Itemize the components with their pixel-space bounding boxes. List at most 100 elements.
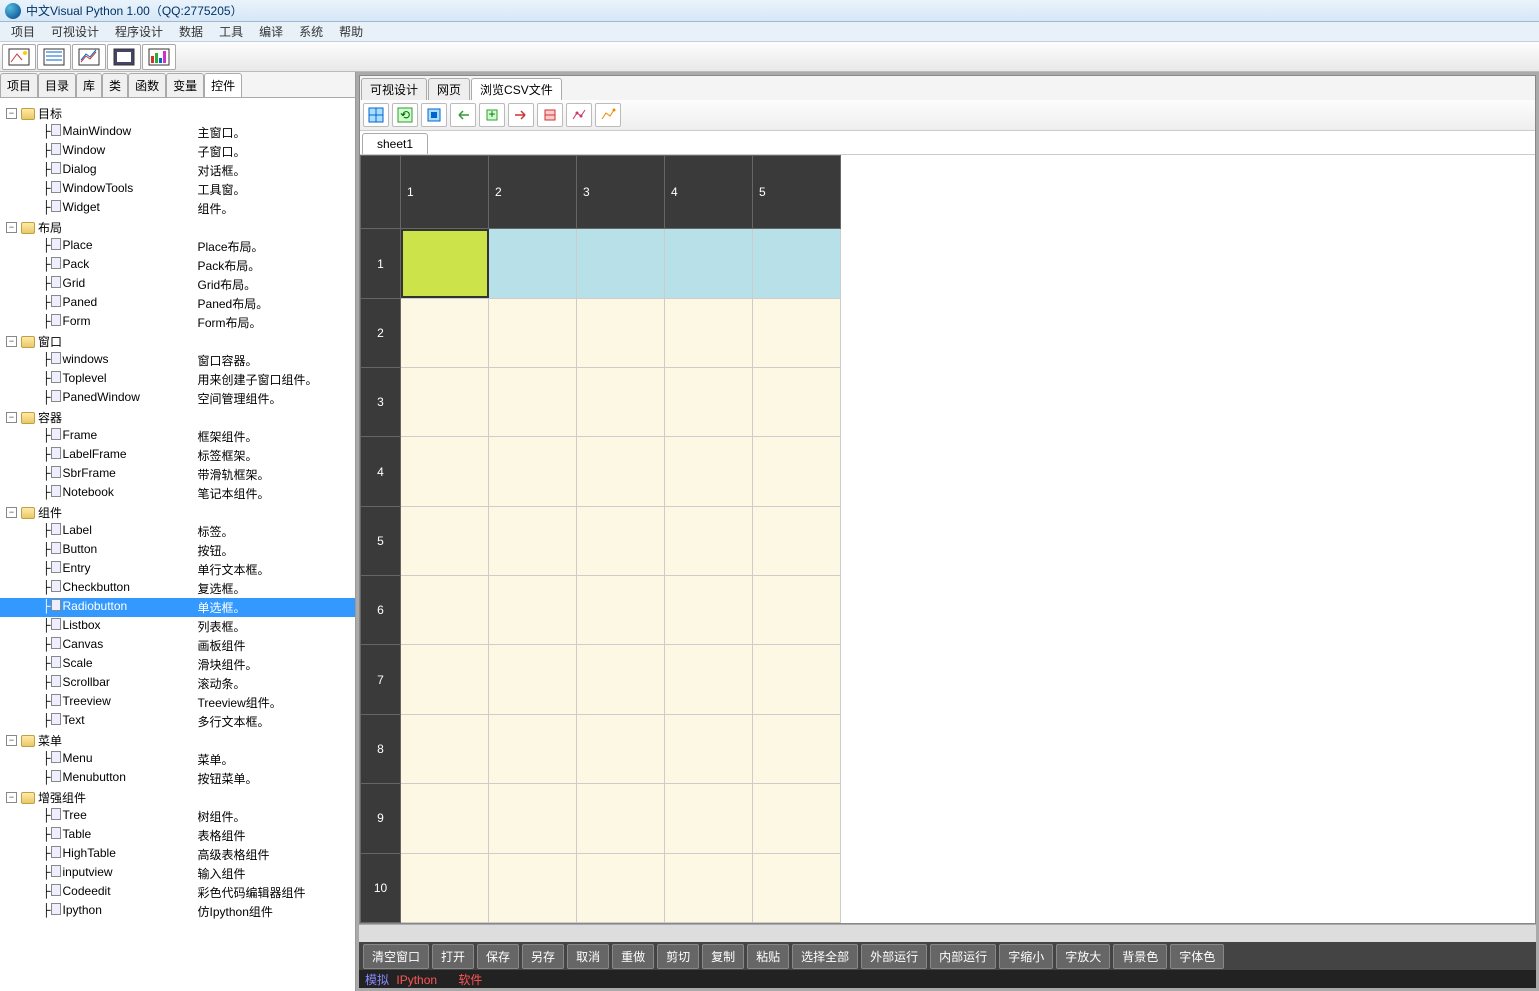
bottom-btn-背景色[interactable]: 背景色 [1113, 944, 1167, 969]
tree-item-Menubutton[interactable]: ├Menubutton按钮菜单。 [0, 769, 355, 788]
tree-item-Window[interactable]: ├Window子窗口。 [0, 142, 355, 161]
cell-9-2[interactable] [489, 784, 577, 853]
cell-9-1[interactable] [401, 784, 489, 853]
bottom-btn-字放大[interactable]: 字放大 [1056, 944, 1110, 969]
tree-item-Form[interactable]: ├FormForm布局。 [0, 313, 355, 332]
cell-1-5[interactable] [753, 229, 841, 298]
cell-7-3[interactable] [577, 645, 665, 714]
cell-6-1[interactable] [401, 576, 489, 645]
tree-item-Button[interactable]: ├Button按钮。 [0, 541, 355, 560]
row-header-7[interactable]: 7 [361, 645, 401, 714]
cell-7-4[interactable] [665, 645, 753, 714]
tree-item-Scale[interactable]: ├Scale滑块组件。 [0, 655, 355, 674]
tree-item-Codeedit[interactable]: ├Codeedit彩色代码编辑器组件 [0, 883, 355, 902]
tree-item-Paned[interactable]: ├PanedPaned布局。 [0, 294, 355, 313]
bottom-btn-取消[interactable]: 取消 [567, 944, 609, 969]
bottom-btn-打开[interactable]: 打开 [432, 944, 474, 969]
left-tab-类[interactable]: 类 [102, 73, 128, 97]
cell-1-2[interactable] [489, 229, 577, 298]
collapse-icon[interactable]: − [6, 108, 17, 119]
right-tab-可视设计[interactable]: 可视设计 [361, 78, 427, 100]
cell-1-4[interactable] [665, 229, 753, 298]
right-tab-浏览CSV文件[interactable]: 浏览CSV文件 [471, 78, 562, 100]
cell-9-3[interactable] [577, 784, 665, 853]
tree-item-Place[interactable]: ├PlacePlace布局。 [0, 237, 355, 256]
cell-6-3[interactable] [577, 576, 665, 645]
toolbar-btn-5[interactable] [142, 44, 176, 70]
tree-item-Widget[interactable]: ├Widget组件。 [0, 199, 355, 218]
tree-item-HighTable[interactable]: ├HighTable高级表格组件 [0, 845, 355, 864]
cell-6-2[interactable] [489, 576, 577, 645]
cell-3-4[interactable] [665, 368, 753, 437]
csv-tool-3[interactable] [421, 103, 447, 127]
cell-7-1[interactable] [401, 645, 489, 714]
row-header-9[interactable]: 9 [361, 784, 401, 853]
tree-item-Text[interactable]: ├Text多行文本框。 [0, 712, 355, 731]
cell-10-5[interactable] [753, 853, 841, 922]
csv-tool-6[interactable] [508, 103, 534, 127]
csv-tool-4[interactable] [450, 103, 476, 127]
cell-4-2[interactable] [489, 437, 577, 506]
row-header-3[interactable]: 3 [361, 368, 401, 437]
tree-item-WindowTools[interactable]: ├WindowTools工具窗。 [0, 180, 355, 199]
cell-2-2[interactable] [489, 298, 577, 367]
cell-5-3[interactable] [577, 506, 665, 575]
tree-item-Toplevel[interactable]: ├Toplevel用来创建子窗口组件。 [0, 370, 355, 389]
collapse-icon[interactable]: − [6, 735, 17, 746]
cell-7-5[interactable] [753, 645, 841, 714]
bottom-btn-另存[interactable]: 另存 [522, 944, 564, 969]
cell-8-3[interactable] [577, 714, 665, 783]
tree-group-目标[interactable]: −目标 [0, 104, 355, 123]
cell-4-5[interactable] [753, 437, 841, 506]
cell-10-2[interactable] [489, 853, 577, 922]
row-header-8[interactable]: 8 [361, 714, 401, 783]
bottom-btn-保存[interactable]: 保存 [477, 944, 519, 969]
cell-2-5[interactable] [753, 298, 841, 367]
tree-item-Entry[interactable]: ├Entry单行文本框。 [0, 560, 355, 579]
row-header-2[interactable]: 2 [361, 298, 401, 367]
left-tab-目录[interactable]: 目录 [38, 73, 76, 97]
tree-item-PanedWindow[interactable]: ├PanedWindow空间管理组件。 [0, 389, 355, 408]
menu-工具[interactable]: 工具 [211, 21, 251, 42]
tree-group-布局[interactable]: −布局 [0, 218, 355, 237]
tree-group-窗口[interactable]: −窗口 [0, 332, 355, 351]
cell-8-5[interactable] [753, 714, 841, 783]
right-tab-网页[interactable]: 网页 [428, 78, 470, 100]
bottom-btn-字体色[interactable]: 字体色 [1170, 944, 1224, 969]
tree-item-Canvas[interactable]: ├Canvas画板组件 [0, 636, 355, 655]
bottom-btn-外部运行[interactable]: 外部运行 [861, 944, 927, 969]
cell-5-1[interactable] [401, 506, 489, 575]
tree-item-Dialog[interactable]: ├Dialog对话框。 [0, 161, 355, 180]
cell-2-1[interactable] [401, 298, 489, 367]
tree-item-Notebook[interactable]: ├Notebook笔记本组件。 [0, 484, 355, 503]
tree-item-Label[interactable]: ├Label标签。 [0, 522, 355, 541]
tree-item-Treeview[interactable]: ├TreeviewTreeview组件。 [0, 693, 355, 712]
cell-8-2[interactable] [489, 714, 577, 783]
menu-数据[interactable]: 数据 [171, 21, 211, 42]
tree-item-Radiobutton[interactable]: ├Radiobutton单选框。 [0, 598, 355, 617]
tree-group-增强组件[interactable]: −增强组件 [0, 788, 355, 807]
cell-6-4[interactable] [665, 576, 753, 645]
bottom-btn-剪切[interactable]: 剪切 [657, 944, 699, 969]
col-header-3[interactable]: 3 [577, 156, 665, 229]
bottom-btn-清空窗口[interactable]: 清空窗口 [363, 944, 429, 969]
toolbar-btn-1[interactable] [2, 44, 36, 70]
col-header-2[interactable]: 2 [489, 156, 577, 229]
cell-1-3[interactable] [577, 229, 665, 298]
left-tab-变量[interactable]: 变量 [166, 73, 204, 97]
left-tab-控件[interactable]: 控件 [204, 73, 242, 97]
cell-8-4[interactable] [665, 714, 753, 783]
cell-8-1[interactable] [401, 714, 489, 783]
left-tab-项目[interactable]: 项目 [0, 73, 38, 97]
collapse-icon[interactable]: − [6, 792, 17, 803]
cell-1-1[interactable] [401, 229, 489, 298]
bottom-btn-复制[interactable]: 复制 [702, 944, 744, 969]
bottom-btn-粘贴[interactable]: 粘贴 [747, 944, 789, 969]
row-header-1[interactable]: 1 [361, 229, 401, 298]
collapse-icon[interactable]: − [6, 507, 17, 518]
tree-item-Checkbutton[interactable]: ├Checkbutton复选框。 [0, 579, 355, 598]
toolbar-btn-3[interactable] [72, 44, 106, 70]
left-tab-函数[interactable]: 函数 [128, 73, 166, 97]
tree-item-MainWindow[interactable]: ├MainWindow主窗口。 [0, 123, 355, 142]
row-header-10[interactable]: 10 [361, 853, 401, 922]
